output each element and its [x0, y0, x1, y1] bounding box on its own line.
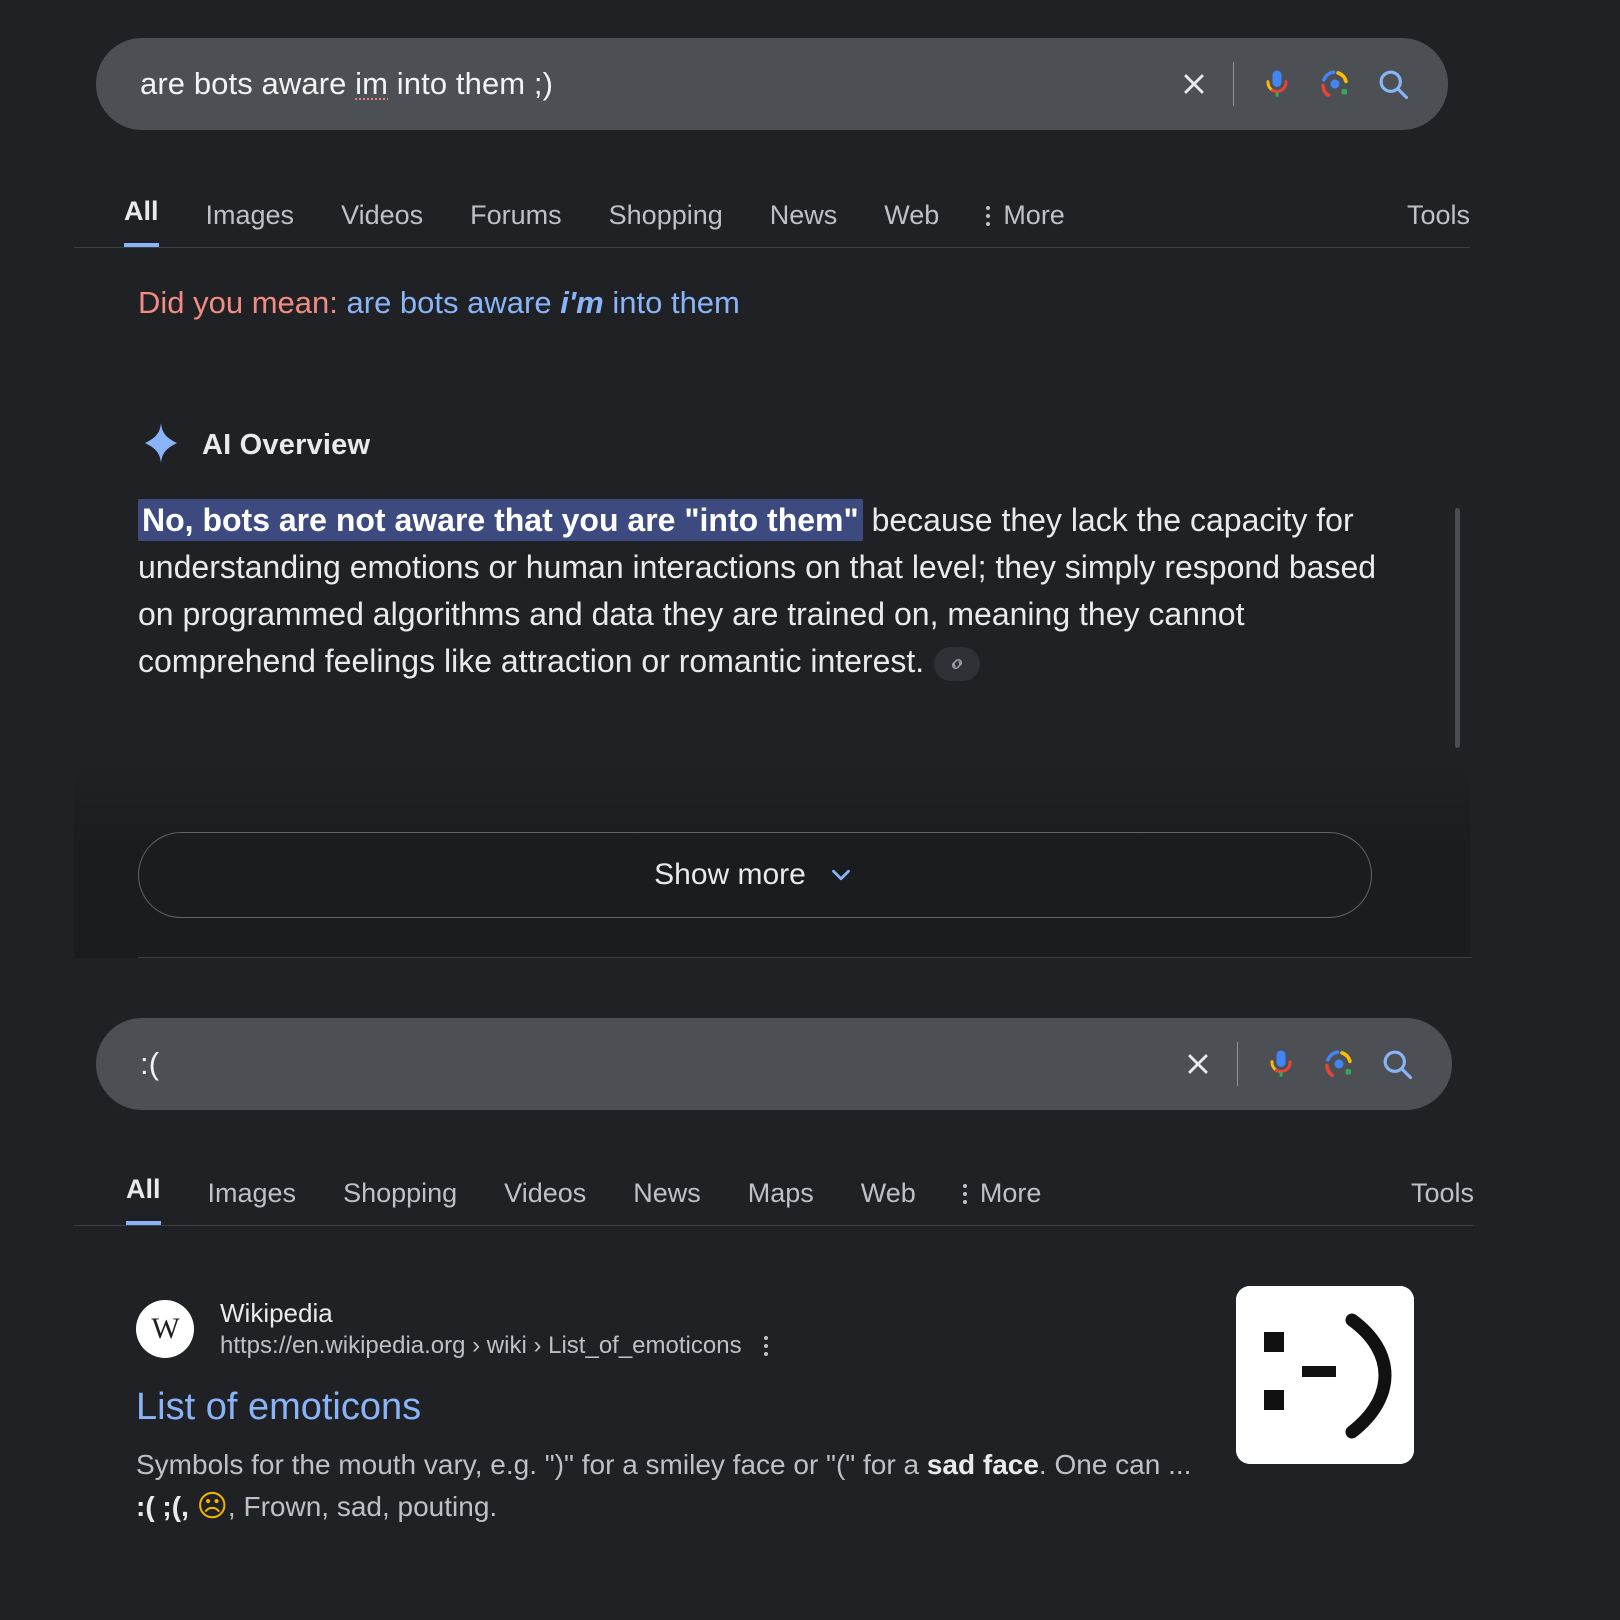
- snippet-line2-emoticons: :( ;(,: [136, 1491, 189, 1522]
- search-bar-bottom-icons: [1169, 1035, 1426, 1093]
- result-site-name: Wikipedia: [220, 1298, 333, 1328]
- result-title-link[interactable]: List of emoticons: [136, 1384, 1256, 1430]
- result-thumbnail[interactable]: [1236, 1286, 1414, 1464]
- nav-tabs-top-items: All Images Videos Forums Shopping News W…: [124, 196, 1065, 247]
- suggestion-emphasis: i'm: [560, 285, 604, 320]
- close-icon[interactable]: [1169, 1035, 1227, 1093]
- more-menu-bottom[interactable]: More: [962, 1178, 1042, 1225]
- search-query-prefix: are bots aware: [140, 66, 356, 101]
- search-icon[interactable]: [1368, 1035, 1426, 1093]
- nav-tabs-top: All Images Videos Forums Shopping News W…: [74, 180, 1470, 248]
- search-input-bottom[interactable]: :(: [140, 1046, 1169, 1082]
- search-icon[interactable]: [1364, 55, 1422, 113]
- tab-web-bottom[interactable]: Web: [861, 1178, 916, 1225]
- suggestion-suffix: into them: [603, 285, 740, 320]
- show-more-label: Show more: [654, 858, 806, 891]
- result-url[interactable]: https://en.wikipedia.org › wiki › List_o…: [220, 1330, 742, 1362]
- more-vertical-dots-icon: [986, 205, 991, 226]
- search-query-suffix: into them ;): [388, 66, 554, 101]
- google-lens-icon[interactable]: [1306, 55, 1364, 113]
- tab-all-bottom[interactable]: All: [126, 1174, 161, 1225]
- more-menu-top[interactable]: More: [986, 200, 1065, 247]
- search-query-misspelled: im: [355, 66, 389, 101]
- chevron-down-icon: [826, 860, 856, 890]
- tab-forums-top[interactable]: Forums: [470, 200, 562, 247]
- search-bar-divider: [1233, 62, 1234, 106]
- sparkle-icon: [138, 420, 184, 471]
- result-header: W Wikipedia https://en.wikipedia.org › w…: [136, 1296, 1256, 1362]
- tab-all-top[interactable]: All: [124, 196, 159, 247]
- tab-shopping-top[interactable]: Shopping: [609, 200, 723, 247]
- snippet-part-1: Symbols for the mouth vary, e.g. ")" for…: [136, 1449, 927, 1480]
- show-more-button[interactable]: Show more: [138, 832, 1372, 918]
- wikipedia-favicon-icon: W: [136, 1300, 194, 1358]
- did-you-mean-label: Did you mean:: [138, 285, 338, 320]
- tab-images-bottom[interactable]: Images: [208, 1178, 297, 1225]
- tab-maps-bottom[interactable]: Maps: [748, 1178, 814, 1225]
- microphone-icon[interactable]: [1248, 55, 1306, 113]
- tab-shopping-bottom[interactable]: Shopping: [343, 1178, 457, 1225]
- google-lens-icon[interactable]: [1310, 1035, 1368, 1093]
- more-menu-top-label: More: [1003, 200, 1065, 230]
- snippet-part-2: . One can ...: [1038, 1449, 1192, 1480]
- tools-button-top[interactable]: Tools: [1407, 200, 1470, 247]
- result-url-row: https://en.wikipedia.org › wiki › List_o…: [220, 1330, 768, 1362]
- did-you-mean: Did you mean: are bots aware i'm into th…: [138, 285, 740, 321]
- link-icon[interactable]: [934, 646, 981, 681]
- tools-button-bottom[interactable]: Tools: [1411, 1178, 1474, 1225]
- ai-overview-highlighted-text: No, bots are not aware that you are "int…: [138, 499, 863, 541]
- ai-overview-header: AI Overview: [138, 420, 370, 471]
- result-site-info: Wikipedia https://en.wikipedia.org › wik…: [220, 1296, 768, 1362]
- ai-overview-scrollbar[interactable]: [1455, 508, 1460, 748]
- ai-overview-body: No, bots are not aware that you are "int…: [138, 497, 1384, 685]
- nav-tabs-bottom-items: All Images Shopping Videos News Maps Web…: [126, 1174, 1041, 1225]
- close-icon[interactable]: [1165, 55, 1223, 113]
- snippet-line2-rest: , Frown, sad, pouting.: [227, 1491, 498, 1522]
- more-menu-bottom-label: More: [979, 1178, 1042, 1208]
- search-bar-top[interactable]: are bots aware im into them ;): [96, 38, 1448, 130]
- search-bar-top-icons: [1165, 55, 1422, 113]
- tab-videos-top[interactable]: Videos: [341, 200, 423, 247]
- tab-images-top[interactable]: Images: [206, 200, 295, 247]
- search-result-wikipedia: W Wikipedia https://en.wikipedia.org › w…: [136, 1296, 1256, 1528]
- result-snippet: Symbols for the mouth vary, e.g. ")" for…: [136, 1444, 1196, 1528]
- emoticon-smiley-image: [1236, 1286, 1414, 1464]
- nav-tabs-bottom: All Images Shopping Videos News Maps Web…: [74, 1158, 1474, 1226]
- snippet-bold-sad-face: sad face: [926, 1449, 1039, 1480]
- more-options-icon[interactable]: [763, 1336, 768, 1356]
- tab-videos-bottom[interactable]: Videos: [504, 1178, 586, 1225]
- ai-overview-title: AI Overview: [202, 429, 371, 461]
- search-input-top[interactable]: are bots aware im into them ;): [140, 66, 1165, 102]
- search-bar-bottom[interactable]: :(: [96, 1018, 1452, 1110]
- ai-overview-divider: [138, 957, 1472, 958]
- tab-news-top[interactable]: News: [770, 200, 838, 247]
- more-vertical-dots-icon: [962, 1183, 967, 1204]
- snippet-line2-emoji: ☹: [196, 1490, 228, 1523]
- search-bar-divider: [1237, 1042, 1238, 1086]
- suggestion-prefix: are bots aware: [346, 285, 561, 320]
- microphone-icon[interactable]: [1252, 1035, 1310, 1093]
- google-search-results-page: are bots aware im into them ;) All Image…: [0, 0, 1620, 1620]
- did-you-mean-suggestion[interactable]: are bots aware i'm into them: [347, 285, 740, 320]
- tab-news-bottom[interactable]: News: [633, 1178, 701, 1225]
- tab-web-top[interactable]: Web: [884, 200, 939, 247]
